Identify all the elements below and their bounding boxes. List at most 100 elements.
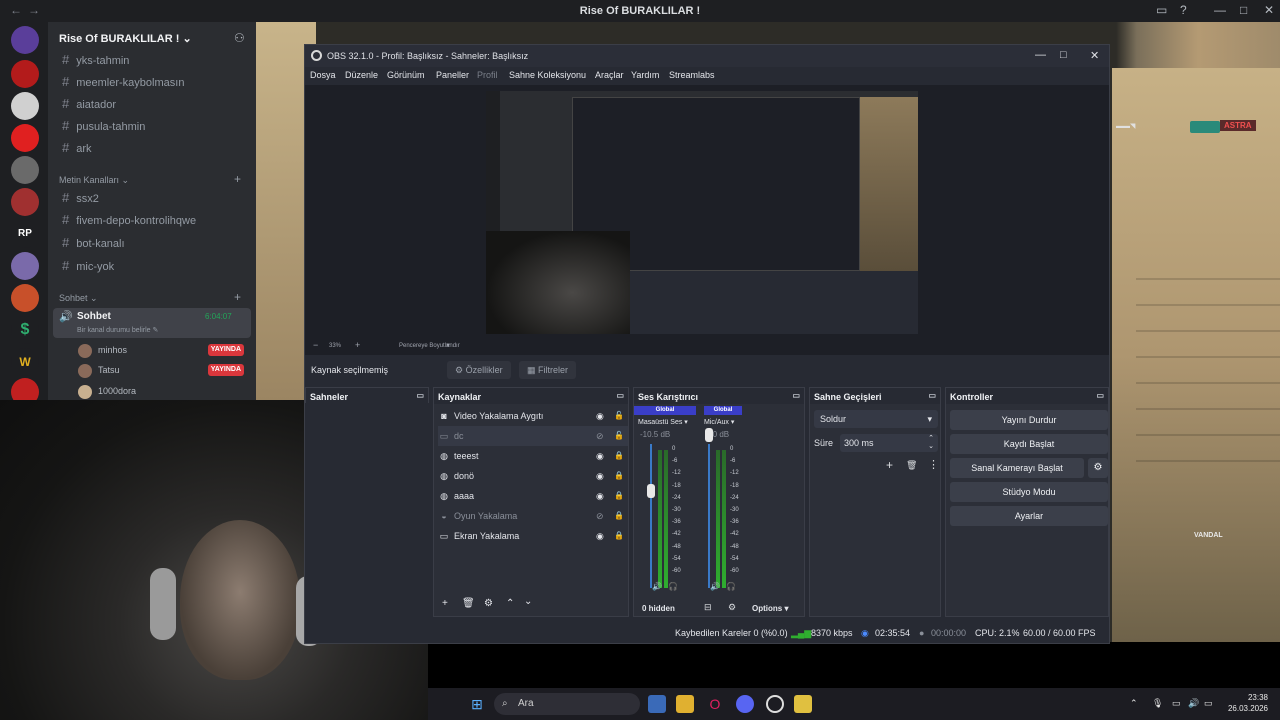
channel-item[interactable]: # ark — [54, 138, 250, 158]
voice-channel[interactable]: 🔊 Sohbet 6:04:07 Bir kanal durumu belirl… — [53, 308, 251, 338]
voice-status[interactable]: Bir kanal durumu belirle ✎ — [77, 326, 158, 334]
properties-button[interactable]: ⚙ Özellikler — [447, 361, 511, 379]
folder-icon[interactable] — [676, 695, 694, 713]
source-item[interactable]: ▭ Ekran Yakalama ◉ 🔒 — [438, 526, 628, 546]
chevron-up-icon[interactable]: ⌃ — [506, 598, 514, 609]
start-virtualcam-button[interactable]: Sanal Kamerayı Başlat — [950, 458, 1084, 478]
chevron-up-icon[interactable]: ⌃ — [1130, 698, 1138, 709]
eye-icon[interactable]: ◉ — [596, 466, 604, 486]
filters-button[interactable]: ▦ Filtreler — [519, 361, 577, 379]
source-item[interactable]: ▭ dc ⊘ 🔓 — [438, 426, 628, 446]
channel-item[interactable]: # mic-yok — [54, 256, 250, 276]
eye-icon[interactable]: ◉ — [596, 486, 604, 506]
unlock-icon[interactable]: 🔓 — [614, 406, 624, 426]
stop-stream-button[interactable]: Yayını Durdur — [950, 410, 1108, 430]
voice-user[interactable]: Tatsu YAYINDA — [78, 360, 248, 380]
studio-mode-button[interactable]: Stüdyo Modu — [950, 482, 1108, 502]
server-icon[interactable] — [11, 124, 39, 152]
help-icon[interactable]: ? — [1180, 3, 1187, 17]
menu-dosya[interactable]: Dosya — [310, 70, 336, 80]
volume-icon[interactable]: 🔊 — [1188, 698, 1199, 709]
add-icon[interactable]: + — [442, 598, 448, 609]
discord-icon[interactable] — [736, 695, 754, 713]
channel-item[interactable]: # pusula-tahmin — [54, 116, 250, 136]
duration-input[interactable]: 300 ms ⌃ ⌄ — [840, 434, 938, 452]
trash-icon[interactable]: 🗑 — [906, 460, 917, 471]
server-icon[interactable] — [11, 284, 39, 312]
volume-slider-handle[interactable] — [705, 428, 713, 442]
taskbar-search[interactable]: ⌕ Ara — [494, 693, 640, 715]
menu-sahne-koleksiyonu[interactable]: Sahne Koleksiyonu — [509, 70, 586, 80]
undock-icon[interactable]: ▭ — [792, 391, 800, 400]
windows-start-icon[interactable]: ⊞ — [468, 695, 486, 713]
undock-icon[interactable]: ▭ — [416, 391, 424, 400]
transition-select[interactable]: Soldur ▾ — [814, 410, 938, 428]
options-button[interactable]: Options ▾ — [752, 604, 788, 613]
source-item[interactable]: ◙ Video Yakalama Aygıtı ◉ 🔓 — [438, 406, 628, 426]
close-icon[interactable]: ✕ — [1090, 49, 1099, 62]
unlock-icon[interactable]: 🔓 — [614, 426, 624, 446]
obs-icon[interactable] — [766, 695, 784, 713]
add-icon[interactable]: + — [886, 458, 893, 472]
network-icon[interactable]: ▭ — [1172, 698, 1181, 709]
server-icon[interactable] — [11, 92, 39, 120]
undock-icon[interactable]: ▭ — [616, 391, 624, 400]
menu-profil[interactable]: Profil — [477, 70, 498, 80]
server-icon[interactable] — [11, 252, 39, 280]
add-user-icon[interactable]: ⚇ — [234, 31, 245, 45]
eye-icon[interactable]: ◉ — [596, 446, 604, 466]
menu-araclar[interactable]: Araçlar — [595, 70, 624, 80]
settings-button[interactable]: Ayarlar — [950, 506, 1108, 526]
headphone-icon[interactable]: 🎧 — [668, 582, 678, 591]
source-item[interactable]: ◍ donö ◉ 🔒 — [438, 466, 628, 486]
lock-icon[interactable]: 🔒 — [614, 526, 624, 546]
undock-icon[interactable]: ▭ — [928, 391, 936, 400]
speaker-icon[interactable]: 🔊 — [710, 582, 720, 591]
opera-icon[interactable]: O — [706, 695, 724, 713]
gear-icon[interactable]: ⚙ — [728, 602, 736, 613]
mic-icon[interactable]: 🎙 — [1152, 698, 1163, 709]
more-icon[interactable]: ⋮ — [928, 458, 939, 471]
guild-name[interactable]: Rise Of BURAKLILAR ! ⌄ — [59, 32, 192, 45]
minimize-icon[interactable]: — — [1214, 3, 1226, 17]
server-icon[interactable] — [11, 60, 39, 88]
lock-icon[interactable]: 🔒 — [614, 446, 624, 466]
spinner-icon[interactable]: ⌃ ⌄ — [928, 434, 934, 450]
channel-item[interactable]: # fivem-depo-kontrolihqwe — [54, 210, 250, 230]
channel-item[interactable]: # bot-kanalı — [54, 233, 250, 253]
channel-item[interactable]: # ssx2 — [54, 188, 250, 208]
trash-icon[interactable]: 🗑 — [462, 598, 475, 609]
obs-preview[interactable] — [305, 85, 1109, 339]
source-item[interactable]: ◒ Oyun Yakalama ⊘ 🔒 — [438, 506, 628, 526]
category-header[interactable]: Sohbet ⌄ — [59, 293, 98, 304]
channel-name[interactable]: Mic/Aux ▾ — [704, 418, 734, 426]
headphone-icon[interactable]: 🎧 — [726, 582, 736, 591]
channel-name[interactable]: Masaüstü Ses ▾ — [638, 418, 688, 426]
source-item[interactable]: ◍ aaaa ◉ 🔒 — [438, 486, 628, 506]
chevron-down-icon[interactable]: ⌄ — [524, 596, 532, 607]
lock-icon[interactable]: 🔒 — [614, 486, 624, 506]
voice-user[interactable]: minhos YAYINDA — [78, 340, 248, 360]
menu-gorunum[interactable]: Görünüm — [387, 70, 425, 80]
speaker-icon[interactable]: 🔊 — [652, 582, 662, 591]
eye-icon[interactable]: ◉ — [596, 526, 604, 546]
start-record-button[interactable]: Kaydı Başlat — [950, 434, 1108, 454]
source-item[interactable]: ◍ teeest ◉ 🔒 — [438, 446, 628, 466]
maximize-icon[interactable]: □ — [1240, 3, 1247, 17]
chevron-down-icon[interactable]: ▼ — [445, 343, 451, 349]
add-channel-icon[interactable]: + — [234, 290, 241, 304]
inbox-icon[interactable]: ▭ — [1156, 3, 1167, 17]
minimize-icon[interactable]: — — [1035, 49, 1046, 61]
notes-icon[interactable] — [794, 695, 812, 713]
channel-item[interactable]: # yks-tahmin — [54, 50, 250, 70]
channel-item[interactable]: # aiatador — [54, 94, 250, 114]
channel-item[interactable]: # meemler-kaybolmasın — [54, 72, 250, 92]
layout-icon[interactable]: ⊟ — [704, 602, 712, 613]
close-icon[interactable]: ✕ — [1264, 3, 1274, 17]
maximize-icon[interactable]: □ — [1060, 49, 1067, 61]
menu-duzenle[interactable]: Düzenle — [345, 70, 378, 80]
gear-icon[interactable]: ⚙ — [484, 598, 493, 609]
eye-hidden-icon[interactable]: ⊘ — [596, 506, 604, 526]
volume-slider-handle[interactable] — [647, 484, 655, 499]
server-icon[interactable] — [11, 156, 39, 184]
